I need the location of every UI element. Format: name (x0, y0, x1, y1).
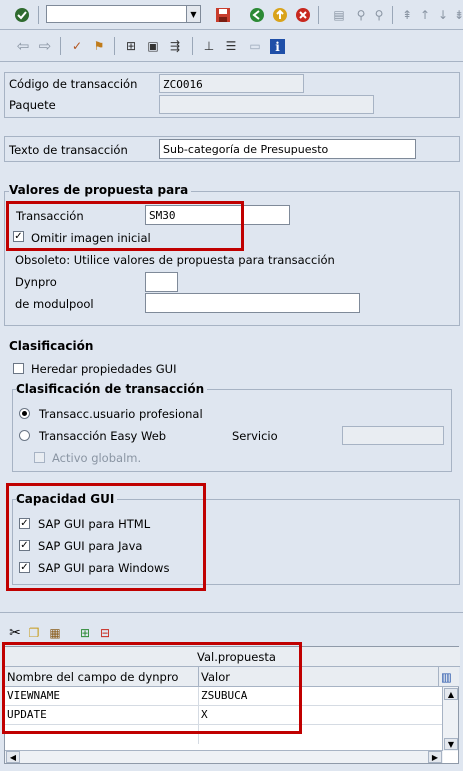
where-used-icon[interactable]: ⊞ (122, 37, 140, 55)
classification-title: Clasificación (9, 339, 97, 353)
transaction-text-label: Texto de transacción (9, 143, 128, 157)
cut-icon[interactable]: ✂ (6, 624, 24, 642)
standard-toolbar: ▼ ▤ ⚲ ⚲ ⇞ ↑ ↓ ⇟ (0, 0, 463, 30)
application-toolbar: ⇦ ⇨ ✓ ⚑ ⊞ ▣ ⇶ ⊥ ☰ ▭ i (0, 30, 463, 62)
tcode-field: ZCO016 (159, 74, 304, 93)
easy-web-radio[interactable] (19, 430, 30, 441)
find-next-icon[interactable]: ⚲ (370, 6, 388, 24)
activate-icon[interactable]: ⚑ (90, 37, 108, 55)
display-object-icon[interactable]: ▣ (144, 37, 162, 55)
highlight-box-table (2, 642, 302, 734)
inherit-gui-checkbox[interactable] (13, 363, 24, 374)
inherit-gui-label: Heredar propiedades GUI (31, 362, 177, 376)
cancel-icon[interactable] (294, 6, 312, 24)
prev-page-icon[interactable]: ↑ (416, 6, 434, 24)
horizontal-scrollbar[interactable]: ◀ ▶ (5, 750, 443, 763)
svg-text:i: i (275, 40, 280, 54)
scroll-right-icon[interactable]: ▶ (428, 751, 442, 763)
first-page-icon[interactable]: ⇞ (398, 6, 416, 24)
copy-icon[interactable]: ❐ (25, 624, 43, 642)
scroll-left-icon[interactable]: ◀ (6, 751, 20, 763)
professional-user-radio[interactable] (19, 408, 30, 419)
service-field (342, 426, 444, 445)
delete-row-icon[interactable]: ⊟ (96, 624, 114, 642)
insert-row-icon[interactable]: ⊞ (76, 624, 94, 642)
package-label: Paquete (9, 98, 56, 112)
last-page-icon[interactable]: ⇟ (450, 6, 463, 24)
highlight-box-gui (6, 483, 206, 591)
navigate-icon[interactable]: ⇶ (166, 37, 184, 55)
save-icon[interactable] (214, 6, 232, 24)
back-icon[interactable] (248, 6, 266, 24)
ok-icon[interactable] (13, 6, 31, 24)
command-field[interactable]: ▼ (46, 5, 201, 23)
global-active-label: Activo globalm. (52, 451, 142, 465)
package-field (159, 95, 374, 114)
defaults-box (4, 191, 460, 326)
scroll-down-icon[interactable]: ▼ (444, 738, 458, 750)
tcode-label: Código de transacción (9, 77, 138, 91)
global-active-checkbox (34, 452, 45, 463)
professional-user-label: Transacc.usuario profesional (39, 407, 203, 421)
vertical-scrollbar[interactable]: ▲ ▼ (442, 687, 458, 751)
chevron-down-icon[interactable]: ▼ (186, 6, 200, 22)
print-icon[interactable]: ▤ (330, 6, 348, 24)
display-list-icon[interactable]: ☰ (222, 37, 240, 55)
prev-arrow-icon[interactable]: ⇦ (14, 37, 32, 55)
info-icon[interactable]: i (268, 37, 286, 55)
exit-icon[interactable] (271, 6, 289, 24)
check-icon[interactable]: ✓ (68, 37, 86, 55)
service-label: Servicio (232, 429, 278, 443)
column-settings-icon[interactable]: ▥ (439, 667, 459, 687)
next-arrow-icon[interactable]: ⇨ (36, 37, 54, 55)
transaction-text-field[interactable]: Sub-categoría de Presupuesto (159, 139, 416, 159)
paste-icon[interactable]: ▦ (46, 624, 64, 642)
hierarchy-icon[interactable]: ⊥ (200, 37, 218, 55)
find-icon[interactable]: ⚲ (352, 6, 370, 24)
scroll-up-icon[interactable]: ▲ (444, 688, 458, 700)
easy-web-label: Transacción Easy Web (39, 429, 167, 443)
window-icon[interactable]: ▭ (246, 37, 264, 55)
